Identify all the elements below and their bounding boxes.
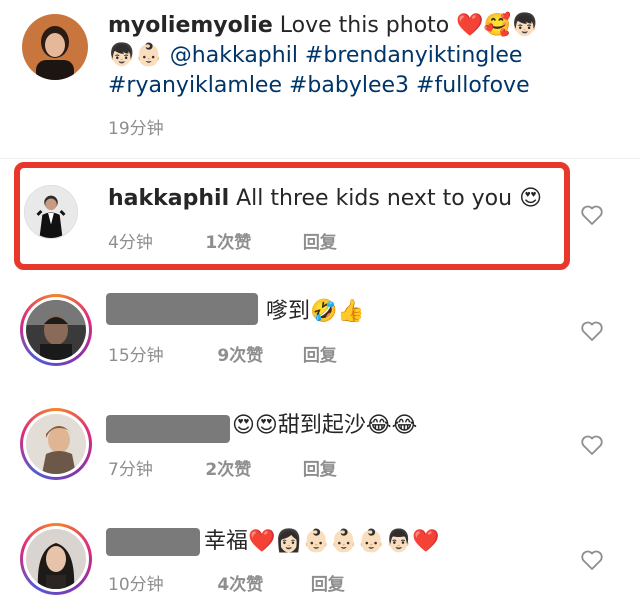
comment-3-text: 甜到起沙 (277, 413, 366, 438)
comment-3-time: 7分钟 (108, 460, 153, 480)
highlight-box (14, 162, 570, 270)
avatar-myoliemyolie[interactable] (22, 14, 88, 80)
comment-3-emoji-pre: 😍😍 (232, 413, 278, 438)
caption-line-1: myoliemyolie Love this photo ❤️🥰👦🏻 (108, 11, 538, 41)
comment-1-username[interactable]: hakkaphil (108, 186, 229, 211)
comment-4-line: 幸福❤️👩🏻👶🏻👶🏻👶🏻👨🏻❤️ (204, 527, 440, 557)
caption-username[interactable]: myoliemyolie (108, 13, 273, 38)
comment-3-line: 😍😍甜到起沙😂😂 (232, 411, 417, 441)
comment-4-reply-button[interactable]: 回复 (311, 575, 345, 595)
avatar-hakkaphil[interactable] (24, 185, 78, 239)
comment-1-emoji: 😍 (519, 186, 543, 211)
avatar-story-ring[interactable] (20, 294, 92, 366)
caption-emojis-1: ❤️🥰👦🏻 (456, 13, 539, 38)
comment-4-likes[interactable]: 4次赞 (217, 570, 305, 595)
comment-1-time: 4分钟 (108, 233, 153, 253)
comment-1-reply-button[interactable]: 回复 (303, 233, 337, 253)
heart-icon[interactable] (580, 204, 604, 226)
caption-line-2: 👦🏻👶🏻 @hakkaphil #brendanyiktinglee (108, 41, 522, 71)
redacted-username (106, 293, 258, 325)
comment-2-meta: 15分钟 9次赞 回复 (108, 341, 337, 366)
comment-2-reply-button[interactable]: 回复 (303, 346, 337, 366)
divider (0, 158, 640, 159)
comment-4-meta: 10分钟 4次赞 回复 (108, 570, 345, 595)
comment-3-reply-button[interactable]: 回复 (303, 460, 337, 480)
avatar-story-ring[interactable] (20, 523, 92, 595)
caption-tags-2[interactable]: @hakkaphil #brendanyiktinglee (170, 43, 523, 68)
comment-3-emoji: 😂😂 (365, 413, 418, 438)
comment-4-time: 10分钟 (108, 575, 164, 595)
redacted-username (106, 415, 230, 443)
caption-meta: 19分钟 (108, 114, 164, 139)
caption-tags-3[interactable]: #ryanyiklamlee #babylee3 #fullofove (108, 73, 530, 98)
caption-emojis-2: 👦🏻👶🏻 (108, 43, 163, 68)
comment-2-likes[interactable]: 9次赞 (217, 341, 297, 366)
heart-icon[interactable] (580, 549, 604, 571)
comment-4-emoji: ❤️👩🏻👶🏻👶🏻👶🏻👨🏻❤️ (248, 529, 440, 554)
avatar-story-ring[interactable] (20, 408, 92, 480)
caption-time: 19分钟 (108, 119, 164, 139)
heart-icon[interactable] (580, 320, 604, 342)
comment-1-text: All three kids next to you (236, 186, 513, 211)
caption-text: Love this photo (279, 13, 450, 38)
comment-2-text: 嗲到 (266, 299, 311, 324)
comment-3-likes[interactable]: 2次赞 (205, 455, 297, 480)
comment-3-meta: 7分钟 2次赞 回复 (108, 455, 337, 480)
comment-1-likes[interactable]: 1次赞 (205, 228, 297, 253)
comment-2-line: 嗲到🤣👍 (266, 297, 365, 327)
comment-1-meta: 4分钟 1次赞 回复 (108, 228, 337, 253)
heart-icon[interactable] (580, 434, 604, 456)
comment-1-line: hakkaphil All three kids next to you 😍 (108, 184, 542, 214)
comment-2-emoji: 🤣👍 (310, 299, 365, 324)
comment-2-time: 15分钟 (108, 346, 164, 366)
caption-line-3: #ryanyiklamlee #babylee3 #fullofove (108, 71, 530, 101)
comment-4-text: 幸福 (204, 529, 249, 554)
redacted-username (106, 528, 200, 556)
